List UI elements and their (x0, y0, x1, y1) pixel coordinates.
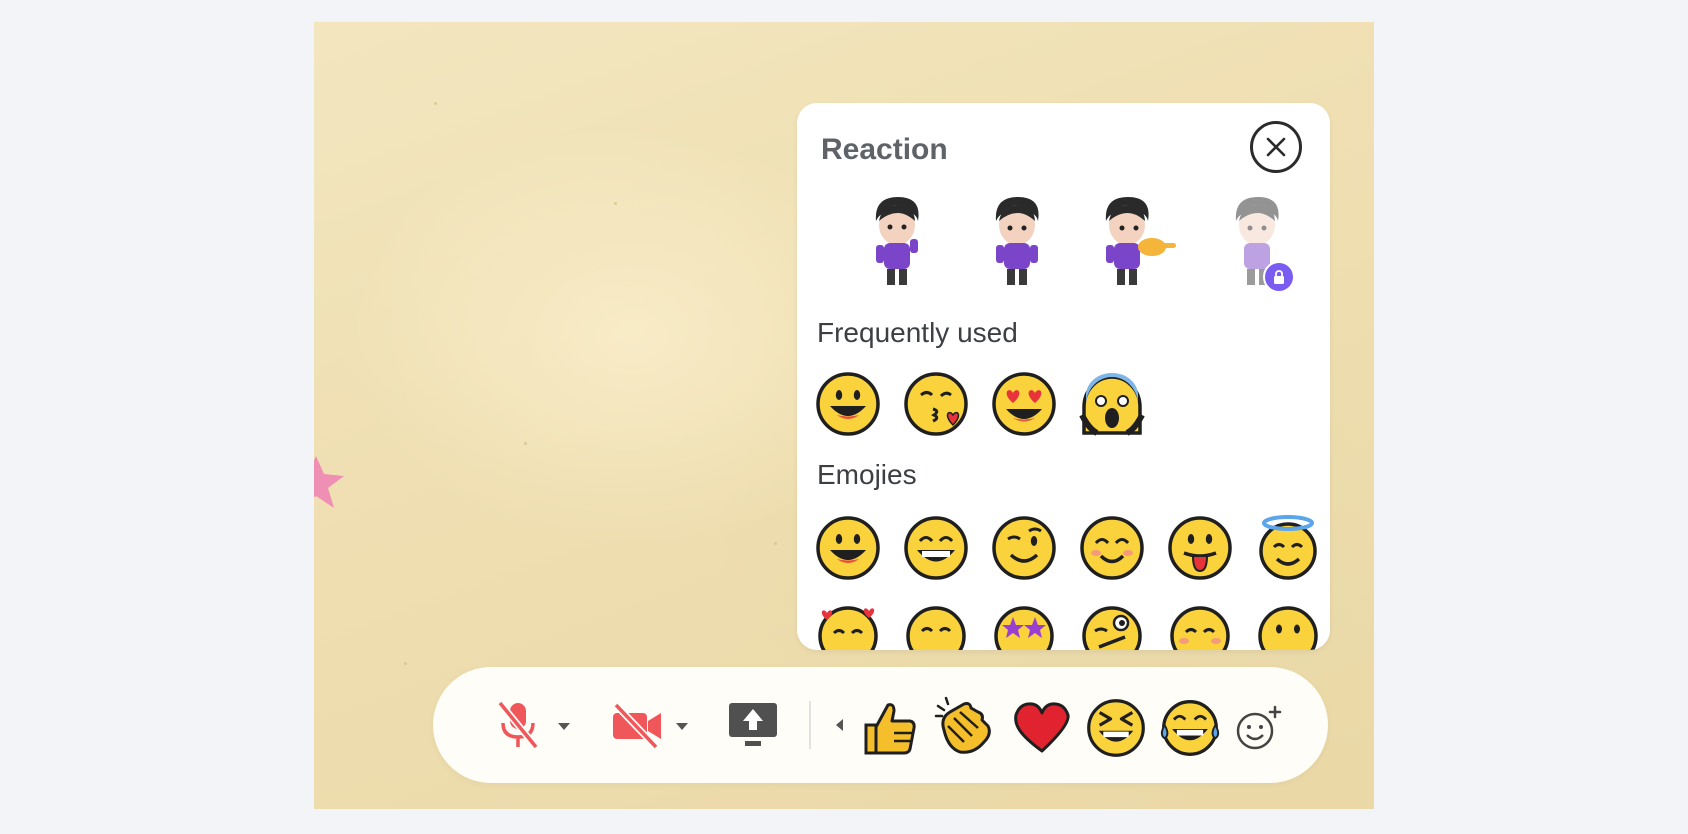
microphone-toggle-button[interactable] (493, 699, 543, 751)
reaction-tears-of-joy-button[interactable] (1159, 697, 1221, 759)
emoji-smiling-face-with-hearts[interactable] (815, 601, 881, 650)
emoji-grid-row-2 (815, 601, 1321, 650)
avatar-character-icon (1105, 197, 1176, 285)
frequently-used-label: Frequently used (817, 317, 1018, 348)
toolbar-divider (809, 701, 811, 749)
reaction-heart-button[interactable] (1011, 697, 1073, 759)
screaming-face-icon (1079, 373, 1145, 436)
zany-face-icon (1082, 606, 1142, 650)
emoji-blushing-face[interactable] (1167, 601, 1233, 650)
reaction-clap-button[interactable] (933, 695, 997, 759)
red-heart-icon (1014, 702, 1070, 753)
avatar-reaction-cheer[interactable] (847, 181, 947, 301)
emoji-smiling-face-with-halo[interactable] (1255, 515, 1321, 581)
kissing-smiling-eyes-icon (906, 606, 966, 650)
microphone-muted-icon (497, 700, 539, 750)
emojis-label: Emojies (817, 459, 917, 490)
hearts-face-icon (818, 606, 878, 650)
reaction-laughing-button[interactable] (1085, 697, 1147, 759)
emoji-face-with-tongue[interactable] (1167, 515, 1233, 581)
reaction-thumbs-up-button[interactable] (858, 697, 920, 759)
camera-off-icon (613, 702, 661, 749)
emoji-star-struck[interactable] (991, 601, 1057, 650)
close-icon (1266, 137, 1286, 157)
camera-toggle-button[interactable] (609, 699, 665, 751)
microphone-options-caret[interactable] (558, 723, 570, 730)
panel-title: Reaction (821, 133, 948, 166)
collapse-reactions-caret[interactable] (836, 719, 843, 731)
add-reaction-icon (1236, 705, 1282, 750)
grinning-face-icon (816, 516, 880, 580)
tongue-face-icon (1168, 516, 1232, 580)
avatar-reactions (847, 181, 1307, 301)
emoji-face-screaming-in-fear[interactable] (1079, 371, 1145, 437)
star-struck-icon (994, 606, 1054, 650)
screen-share-button[interactable] (726, 699, 780, 751)
avatar-character-icon (875, 197, 919, 285)
grinning-face-icon (816, 372, 880, 436)
winking-face-icon (992, 516, 1056, 580)
avatar-reaction-locked[interactable] (1207, 181, 1307, 301)
avatar-reaction-point[interactable] (1087, 181, 1187, 301)
lock-icon (1263, 261, 1295, 293)
frequently-used-row (815, 371, 1145, 437)
close-button[interactable] (1250, 121, 1302, 173)
clapping-hands-icon (934, 696, 991, 754)
more-reactions-button[interactable] (1233, 703, 1285, 753)
face-with-tears-of-joy-icon (1160, 700, 1220, 756)
emoji-kissing-face-with-smiling-eyes[interactable] (903, 601, 969, 650)
emoji-grinning-face-with-smiling-eyes[interactable] (903, 515, 969, 581)
kissing-face-icon (1258, 606, 1318, 650)
heart-eyes-icon (992, 372, 1056, 436)
emoji-grinning-face[interactable] (815, 515, 881, 581)
reaction-panel: Reaction Frequently used Emojies (797, 103, 1330, 650)
emoji-winking-face[interactable] (991, 515, 1057, 581)
avatar-reaction-wave[interactable] (967, 181, 1067, 301)
avatar-character-icon (995, 197, 1039, 285)
emoji-smiling-face-with-heart-eyes[interactable] (991, 371, 1057, 437)
emoji-kissing-face[interactable] (1255, 601, 1321, 650)
thumbs-up-icon (864, 703, 916, 755)
star-decoration-icon (314, 456, 344, 508)
emoji-zany-face[interactable] (1079, 601, 1145, 650)
smiling-eyes-icon (1080, 516, 1144, 580)
halo-face-icon (1259, 515, 1317, 580)
face-blowing-kiss-icon (904, 372, 968, 436)
grinning-smiling-eyes-icon (904, 516, 968, 580)
camera-options-caret[interactable] (676, 723, 688, 730)
emoji-face-blowing-kiss[interactable] (903, 371, 969, 437)
emoji-grid-row-1 (815, 515, 1321, 581)
screen-share-icon (729, 703, 777, 746)
meeting-toolbar (433, 667, 1328, 783)
grinning-squinting-face-icon (1087, 699, 1145, 757)
blushing-face-icon (1170, 606, 1230, 650)
emoji-smiling-face-with-smiling-eyes[interactable] (1079, 515, 1145, 581)
emoji-grinning-face[interactable] (815, 371, 881, 437)
